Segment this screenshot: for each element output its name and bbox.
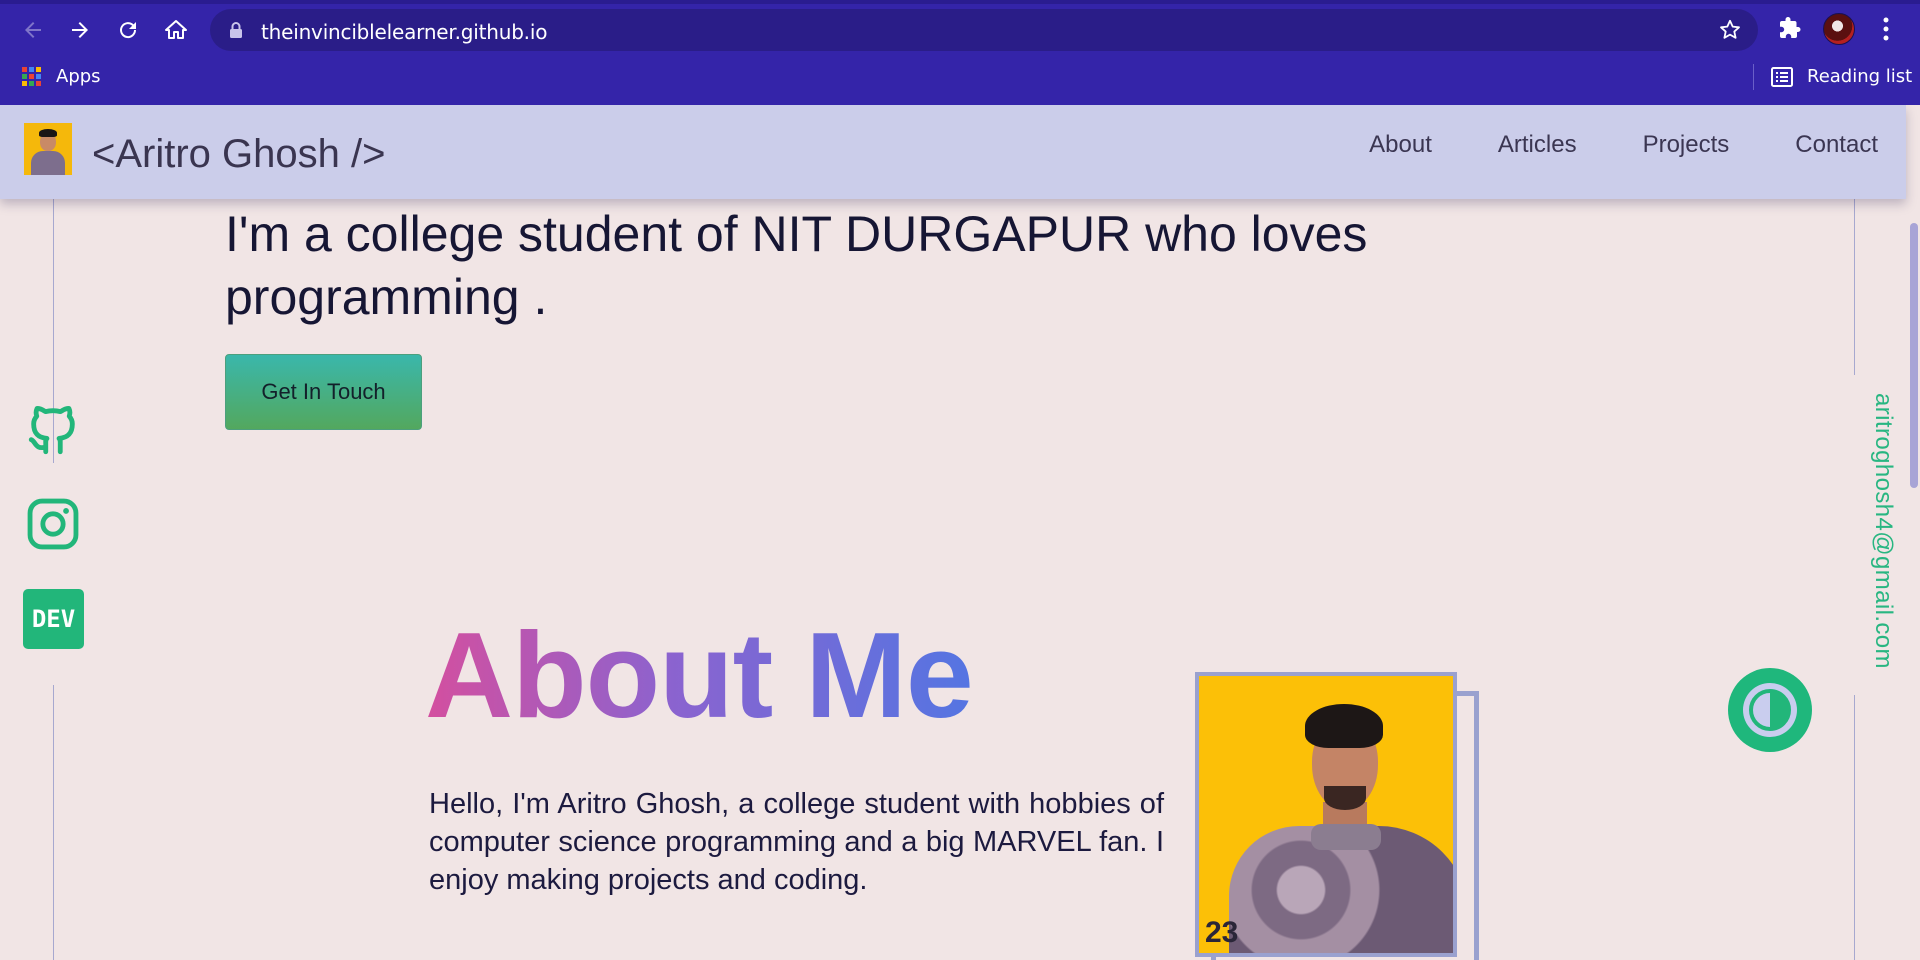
back-icon xyxy=(25,22,41,38)
site-header: <Aritro Ghosh /> About Articles Projects… xyxy=(0,105,1906,199)
home-icon xyxy=(165,20,187,39)
apps-icon xyxy=(22,66,42,87)
intro-text: I'm a college student of NIT DURGAPUR wh… xyxy=(225,206,1368,325)
browser-chrome: theinvinciblelearner.github.io Apps Read… xyxy=(0,0,1920,105)
page-scrollbar[interactable] xyxy=(1906,105,1920,960)
bookmark-divider xyxy=(1753,64,1754,90)
nav-contact[interactable]: Contact xyxy=(1795,131,1878,159)
profile-photo: 23 xyxy=(1195,672,1457,957)
get-in-touch-button[interactable]: Get In Touch xyxy=(225,354,422,430)
reload-button[interactable] xyxy=(111,13,145,47)
logo-avatar[interactable] xyxy=(24,123,72,175)
about-text: Hello, I'm Aritro Ghosh, a college stude… xyxy=(429,788,1164,896)
tab-strip-edge xyxy=(0,0,1920,4)
reload-icon xyxy=(120,22,137,39)
instagram-icon[interactable] xyxy=(24,495,82,553)
bookmark-apps[interactable]: Apps xyxy=(22,66,101,87)
left-decor-line-bottom xyxy=(53,685,54,960)
address-bar[interactable]: theinvinciblelearner.github.io xyxy=(210,9,1758,51)
back-button[interactable] xyxy=(16,13,50,47)
theme-toggle-icon xyxy=(1743,683,1797,737)
nav-articles[interactable]: Articles xyxy=(1498,131,1577,159)
nav-projects[interactable]: Projects xyxy=(1643,131,1730,159)
about-title: About Me xyxy=(425,607,974,743)
theme-toggle-button[interactable] xyxy=(1728,668,1812,752)
lock-icon xyxy=(230,22,242,38)
site-nav-links: About Articles Projects Contact xyxy=(1369,131,1878,159)
right-decor-line-top xyxy=(1854,199,1855,375)
home-button[interactable] xyxy=(159,13,193,47)
github-icon[interactable] xyxy=(24,401,82,459)
url-text: theinvinciblelearner.github.io xyxy=(261,20,548,44)
menu-icon[interactable] xyxy=(1876,16,1896,42)
forward-button[interactable] xyxy=(63,13,97,47)
brand-name[interactable]: <Aritro Ghosh /> xyxy=(92,132,385,177)
forward-icon xyxy=(72,22,88,38)
email-link[interactable]: aritroghosh4@gmail.com xyxy=(1869,393,1897,669)
web-page: <Aritro Ghosh /> About Articles Projects… xyxy=(0,105,1920,960)
scrollbar-thumb[interactable] xyxy=(1910,223,1918,488)
reading-list-icon xyxy=(1771,66,1793,87)
nav-about[interactable]: About xyxy=(1369,131,1432,159)
extensions-icon[interactable] xyxy=(1778,16,1802,40)
profile-avatar[interactable] xyxy=(1823,13,1855,45)
reading-list-button[interactable]: Reading list xyxy=(1771,66,1912,87)
reading-list-label: Reading list xyxy=(1807,66,1913,87)
dev-to-icon[interactable]: DEV xyxy=(23,589,84,649)
star-icon[interactable] xyxy=(1718,18,1742,42)
apps-label: Apps xyxy=(56,66,101,87)
right-decor-line-bottom xyxy=(1854,695,1855,960)
